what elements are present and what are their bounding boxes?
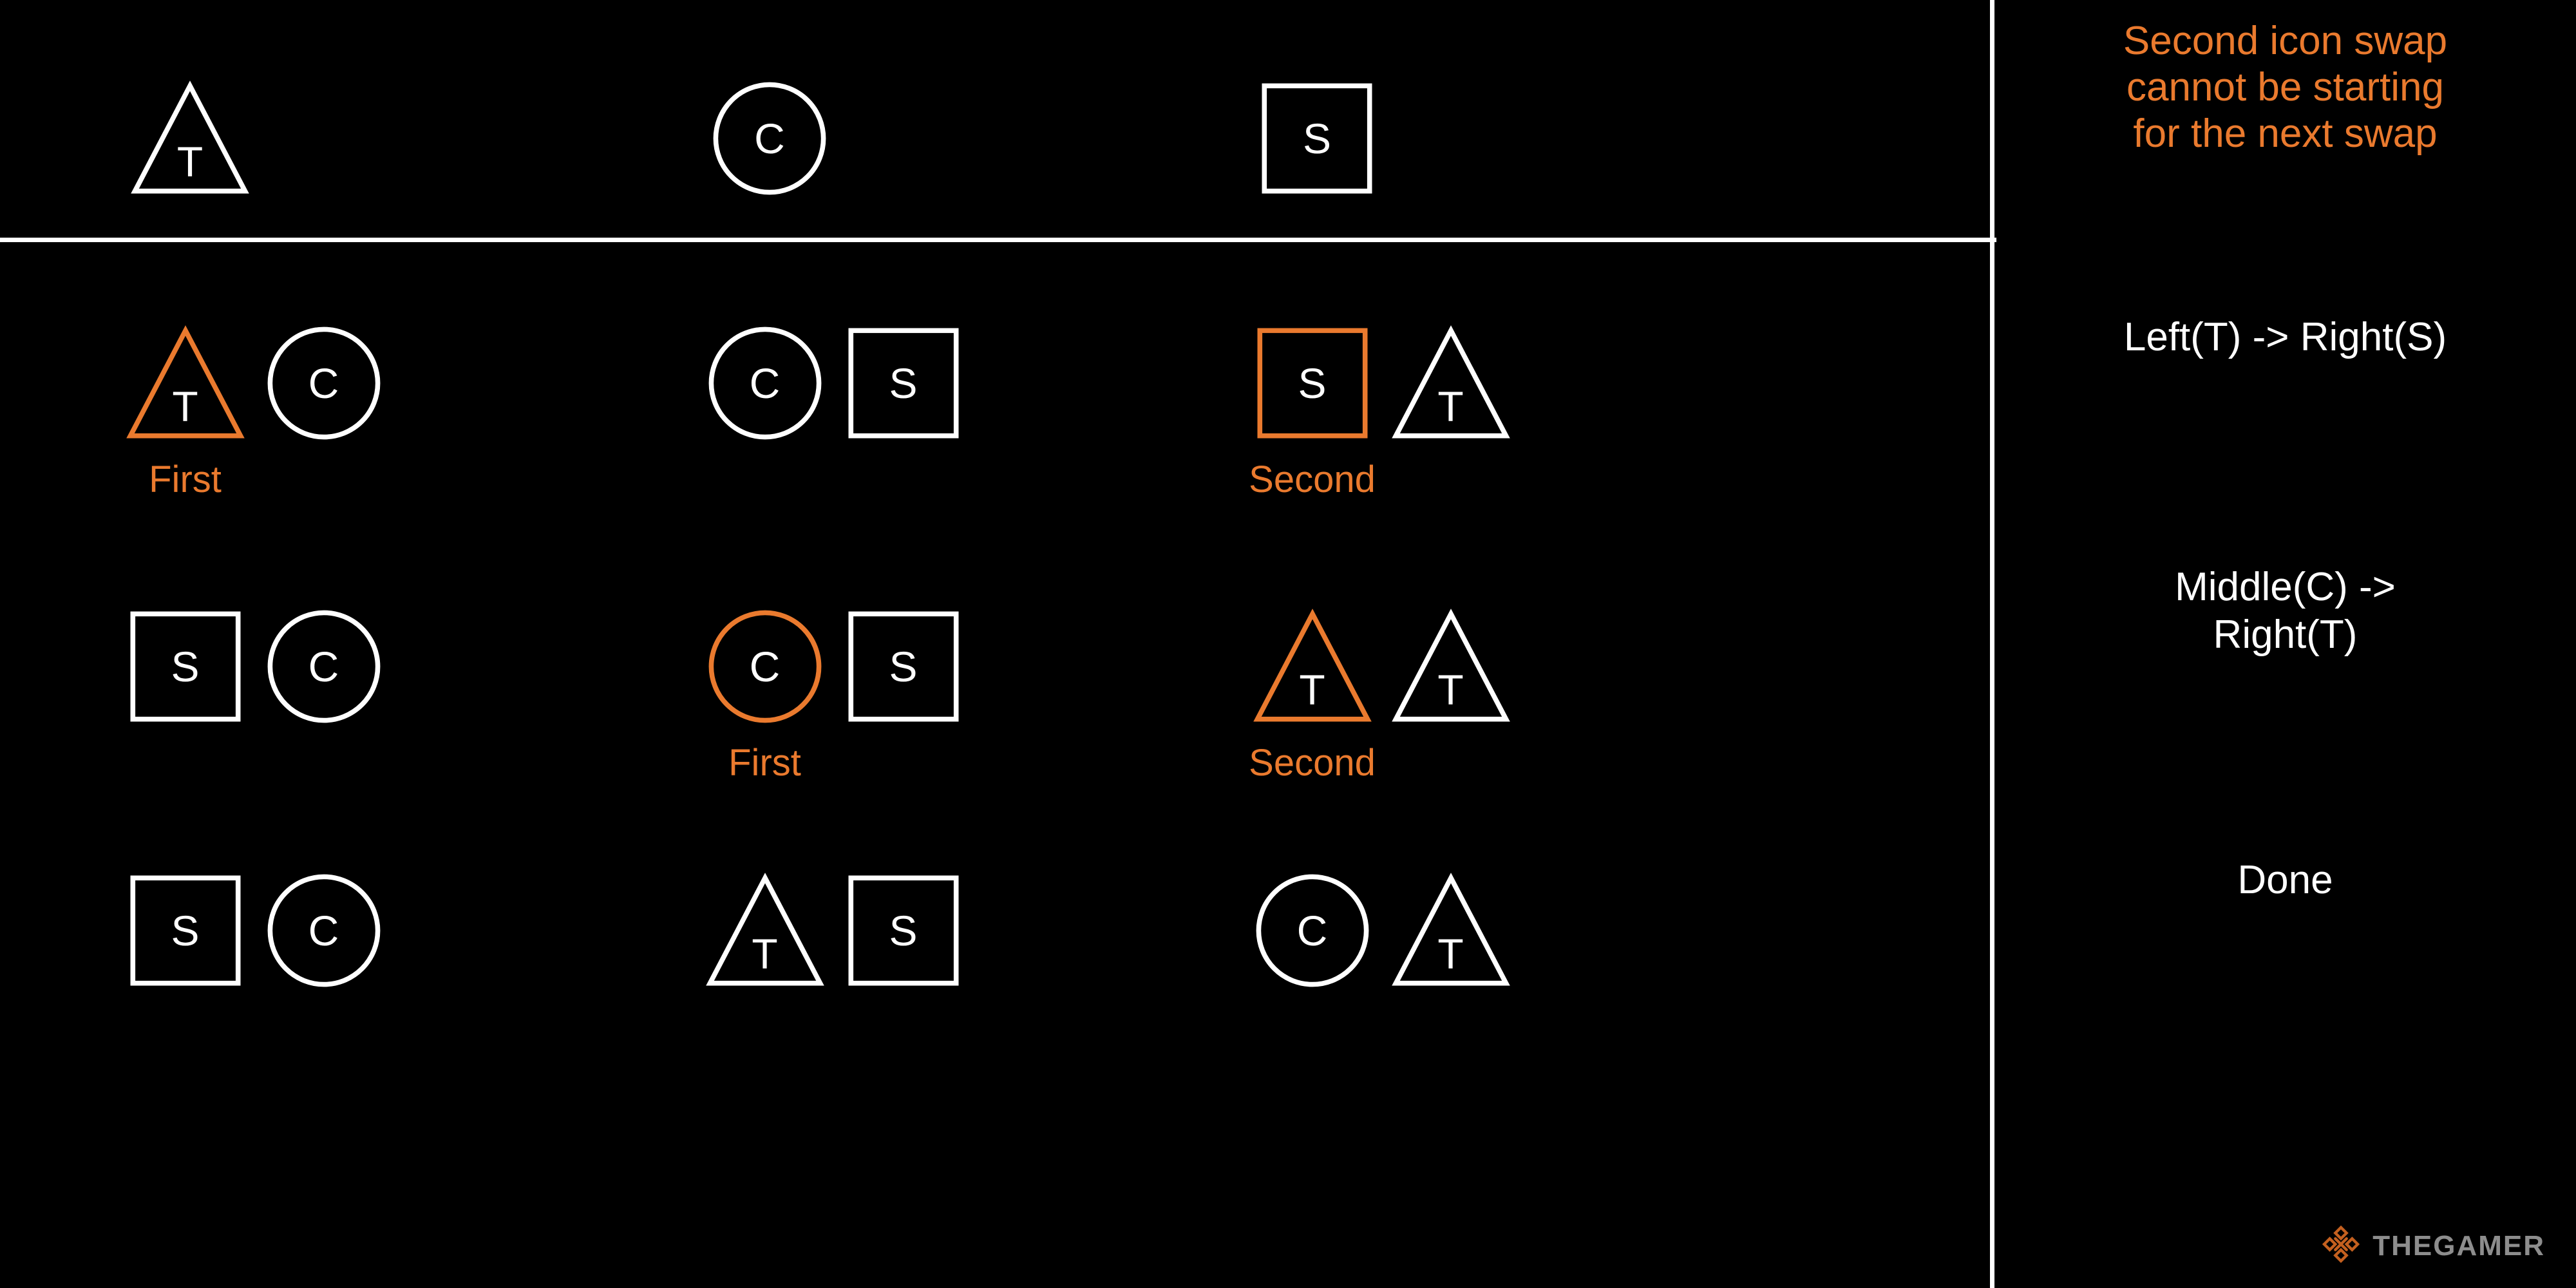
icon-slot-square[interactable]: S [1243,58,1391,219]
row-3-cell-right: CT [1243,799,1520,1011]
icon-slot-square[interactable]: S [834,303,972,464]
circle-icon[interactable]: C [263,869,385,992]
pick-order-label: Second [1249,459,1376,500]
header-slot-middle: C [696,6,844,219]
panel-step-1: Left(T) -> Right(S) [2123,315,2447,359]
icon-slot-triangle[interactable]: T [1381,850,1520,1011]
icon-slot-square[interactable]: S [116,850,254,1011]
icon-slot-circle[interactable]: C [696,58,844,219]
thegamer-watermark: THEGAMER [2321,1224,2545,1267]
header-slot-right: S [1243,6,1391,219]
triangle-icon[interactable]: T [124,322,247,444]
square-icon[interactable]: S [842,322,965,444]
icon-slot-triangle[interactable]: T [1381,303,1520,464]
circle-icon[interactable]: C [704,322,826,444]
icon-slot-square[interactable]: S [834,850,972,1011]
icon-slot-triangle[interactable]: T [1381,586,1520,747]
pick-order-label: First [728,742,801,784]
pick-order-label: Second [1249,742,1376,784]
square-icon[interactable]: S [842,605,965,728]
circle-icon[interactable]: C [704,605,826,728]
guide-board: T C S T First C CS S Second T SC C First S T Se… [0,0,2576,1288]
thegamer-wordmark: THEGAMER [2372,1229,2545,1262]
row-3-cell-middle: TS [696,799,972,1011]
panel-divider-line [1990,0,1994,1288]
triangle-icon[interactable]: T [704,869,826,992]
row-1-cell-middle: CS [696,251,972,464]
icon-slot-square[interactable]: S [834,586,972,747]
icon-slot-triangle[interactable]: T Second [1243,586,1381,784]
square-icon[interactable]: S [1251,322,1374,444]
icon-slot-circle[interactable]: C [254,303,393,464]
row-2-cell-middle: C First S [696,535,972,784]
panel-step-3: Done [2237,858,2333,902]
triangle-icon[interactable]: T [129,77,251,200]
triangle-icon[interactable]: T [1251,605,1374,728]
icon-slot-circle[interactable]: C [696,303,834,464]
pick-order-label: First [149,459,222,500]
circle-icon[interactable]: C [263,605,385,728]
icon-slot-square[interactable]: S Second [1243,303,1381,500]
icon-slot-circle[interactable]: C First [696,586,834,784]
header-slot-left: T [116,6,264,219]
icon-slot-square[interactable]: S [116,586,254,747]
icon-slot-circle[interactable]: C [1243,850,1381,1011]
circle-icon[interactable]: C [263,322,385,444]
icon-slot-triangle[interactable]: T First [116,303,254,500]
icon-slot-circle[interactable]: C [254,586,393,747]
square-icon[interactable]: S [842,869,965,992]
square-icon[interactable]: S [1256,77,1378,200]
panel-note: Second icon swap cannot be starting for th… [2123,19,2448,156]
triangle-icon[interactable]: T [1390,322,1512,444]
icon-grid: T C S T First C CS S Second T SC C First S T Se… [0,0,1990,1288]
icon-slot-circle[interactable]: C [254,850,393,1011]
square-icon[interactable]: S [124,869,247,992]
square-icon[interactable]: S [124,605,247,728]
triangle-icon[interactable]: T [1390,869,1512,992]
triangle-icon[interactable]: T [1390,605,1512,728]
instruction-panel: Second icon swap cannot be starting for th… [1994,0,2576,1288]
circle-icon[interactable]: C [708,77,831,200]
circle-icon[interactable]: C [1251,869,1374,992]
row-1-cell-right: S Second T [1243,251,1520,500]
row-2-cell-right: T Second T [1243,535,1520,784]
icon-slot-triangle[interactable]: T [116,58,264,219]
thegamer-diamond-icon [2321,1224,2361,1267]
panel-step-2: Middle(C) -> Right(T) [2175,565,2396,658]
row-1-cell-left: T First C [116,251,393,500]
row-2-cell-left: SC [116,535,393,747]
row-3-cell-left: SC [116,799,393,1011]
icon-slot-triangle[interactable]: T [696,850,834,1011]
